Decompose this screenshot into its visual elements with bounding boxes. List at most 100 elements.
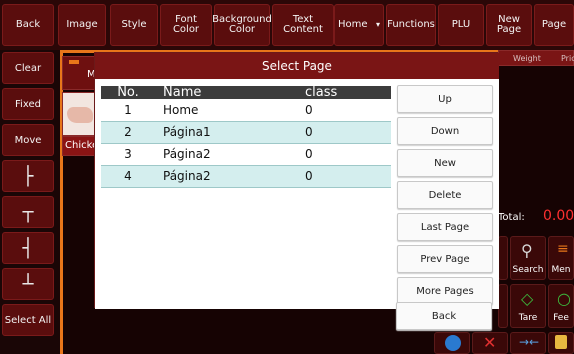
menu-button-label: Men	[551, 265, 571, 275]
style-button[interactable]: Style	[110, 4, 158, 46]
row-name: Página1	[155, 121, 305, 144]
back-button-label: Back	[15, 19, 41, 30]
prev-page-button-label: Prev Page	[420, 253, 470, 265]
table-row[interactable]: 2 Página1 0	[101, 121, 391, 144]
row-no: 1	[101, 99, 155, 122]
search-button[interactable]: ⚲ Search	[510, 236, 546, 280]
up-button[interactable]: Up	[397, 85, 493, 113]
price-header: Pric	[561, 54, 574, 63]
tare-button[interactable]: ◇ Tare	[510, 284, 546, 328]
home-page-select[interactable]: Home ▾	[334, 4, 384, 46]
search-button-label: Search	[512, 265, 544, 275]
plu-item-header[interactable]: M	[62, 56, 96, 90]
dialog-back-button-label: Back	[431, 310, 457, 322]
bottom-function-button-2[interactable]: ✕	[472, 332, 508, 354]
select-all-button[interactable]: Select All	[2, 304, 54, 336]
column-header-name: Name	[155, 86, 305, 99]
new-page-label-line2: Page	[496, 24, 522, 35]
chevron-down-icon: ▾	[375, 20, 380, 29]
feed-button[interactable]: ○ Fee	[548, 284, 574, 328]
row-name: Página2	[155, 165, 305, 188]
align-left-icon: ├	[22, 165, 34, 187]
new-button-label: New	[434, 157, 456, 169]
row-name: Página2	[155, 143, 305, 166]
new-page-button[interactable]: New Page	[486, 4, 532, 46]
table-header-row: No. Name class	[101, 86, 391, 99]
image-button[interactable]: Image	[58, 4, 106, 46]
dialog-back-button[interactable]: Back	[396, 302, 492, 330]
total-label: Total:	[498, 212, 525, 223]
functions-button-label: Functions	[387, 19, 435, 30]
row-name: Home	[155, 99, 305, 122]
row-class: 0	[305, 165, 391, 188]
align-top-icon: ┬	[22, 201, 34, 223]
up-button-label: Up	[438, 93, 452, 105]
select-page-dialog: Select Page No. Name class 1 Home 0 2 Pá…	[94, 52, 499, 309]
image-button-label: Image	[66, 19, 98, 30]
back-button[interactable]: Back	[2, 4, 54, 46]
delete-button-label: Delete	[428, 189, 462, 201]
background-color-button[interactable]: Background Color	[212, 4, 272, 46]
total-value: 0.00	[543, 208, 574, 224]
down-button[interactable]: Down	[397, 117, 493, 145]
align-bottom-icon: ┴	[22, 273, 34, 295]
select-all-button-label: Select All	[4, 314, 52, 326]
clear-button[interactable]: Clear	[2, 52, 54, 84]
plu-button[interactable]: PLU	[438, 4, 484, 46]
search-icon: ⚲	[521, 241, 533, 260]
dialog-body: No. Name class 1 Home 0 2 Página1 0 3 Pá…	[95, 79, 499, 309]
menu-icon: ≡	[557, 241, 569, 257]
table-row[interactable]: 1 Home 0	[101, 99, 391, 122]
align-top-button[interactable]: ┬	[2, 196, 54, 228]
feed-button-label: Fee	[553, 313, 569, 323]
move-button[interactable]: Move	[2, 124, 54, 156]
bag-icon	[555, 335, 567, 349]
function-button-partial-1[interactable]	[498, 236, 508, 280]
row-class: 0	[305, 99, 391, 122]
top-toolbar: Back Image Style Font Color Background C…	[0, 0, 574, 50]
last-page-button[interactable]: Last Page	[397, 213, 493, 241]
feed-icon: ○	[557, 289, 571, 308]
page-button-label: Page	[541, 19, 567, 30]
down-button-label: Down	[430, 125, 460, 137]
bottom-function-button-3[interactable]: →←	[510, 332, 546, 354]
font-color-button[interactable]: Font Color	[160, 4, 212, 46]
align-right-icon: ┤	[22, 237, 34, 259]
new-button[interactable]: New	[397, 149, 493, 177]
prev-page-button[interactable]: Prev Page	[397, 245, 493, 273]
row-class: 0	[305, 121, 391, 144]
more-pages-button-label: More Pages	[416, 285, 474, 297]
background-color-label-line2: Color	[228, 24, 256, 35]
text-content-button[interactable]: Text Content	[272, 4, 334, 46]
column-header-no: No.	[101, 86, 155, 99]
item-name-cell[interactable]: Chicke	[62, 136, 98, 156]
delete-button[interactable]: Delete	[397, 181, 493, 209]
table-row[interactable]: 4 Página2 0	[101, 165, 391, 188]
clear-button-label: Clear	[14, 62, 42, 74]
fixed-button[interactable]: Fixed	[2, 88, 54, 120]
move-button-label: Move	[14, 134, 42, 146]
table-row[interactable]: 3 Página2 0	[101, 143, 391, 166]
weight-price-header: Weight Pric	[498, 50, 574, 66]
align-right-button[interactable]: ┤	[2, 232, 54, 264]
menu-button[interactable]: ≡ Men	[548, 236, 574, 280]
functions-button[interactable]: Functions	[386, 4, 436, 46]
pages-table: No. Name class 1 Home 0 2 Página1 0 3 Pá…	[101, 86, 391, 188]
last-page-button-label: Last Page	[420, 221, 470, 233]
row-no: 4	[101, 165, 155, 188]
align-bottom-button[interactable]: ┴	[2, 268, 54, 300]
row-no: 3	[101, 143, 155, 166]
bottom-function-button-4[interactable]	[548, 332, 574, 354]
row-no: 2	[101, 121, 155, 144]
chicken-image-icon	[67, 107, 93, 123]
home-page-select-value: Home	[338, 19, 368, 30]
tare-button-label: Tare	[518, 313, 538, 323]
plu-button-label: PLU	[451, 19, 471, 30]
bottom-function-button-1[interactable]	[434, 332, 470, 354]
arrows-icon: →←	[519, 335, 540, 349]
font-color-button-label: Font Color	[172, 14, 200, 35]
function-button-partial-2[interactable]	[498, 284, 508, 328]
page-button[interactable]: Page	[534, 4, 574, 46]
align-left-button[interactable]: ├	[2, 160, 54, 192]
more-pages-button[interactable]: More Pages	[397, 277, 493, 305]
